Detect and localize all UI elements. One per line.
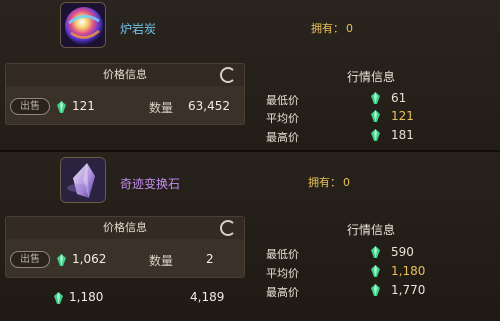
sell-button[interactable]: 出售 — [10, 251, 50, 268]
price-info-header: 价格信息 — [6, 64, 244, 86]
sell-price: 1,062 — [72, 252, 107, 266]
quantity-label: 数量 — [149, 254, 174, 268]
gem-currency-icon — [371, 284, 380, 296]
item-name: 炉岩炭 — [120, 22, 157, 36]
gem-currency-icon — [54, 292, 63, 304]
owned-count: 拥有： 0 — [309, 20, 353, 36]
avg-price-value: 1,180 — [391, 264, 426, 278]
sell-button[interactable]: 出售 — [10, 98, 50, 115]
miracle-crystal-icon[interactable] — [60, 157, 106, 203]
min-price-value: 590 — [391, 245, 414, 259]
gem-currency-icon — [57, 101, 66, 113]
min-price-value: 61 — [391, 91, 407, 105]
refresh-icon[interactable] — [220, 220, 236, 236]
price-info-panel: 价格信息 出售 1,062 数量 2 — [5, 216, 245, 278]
quantity-value: 63,452 — [188, 99, 230, 113]
row-divider — [0, 150, 500, 152]
avg-price-value: 121 — [391, 109, 414, 123]
owned-value: 0 — [343, 176, 350, 189]
min-price-label: 最低价 — [266, 248, 299, 261]
gem-currency-icon — [371, 129, 380, 141]
listing-quantity: 4,189 — [190, 290, 225, 304]
owned-count: 拥有： 0 — [306, 174, 350, 190]
refresh-icon[interactable] — [220, 67, 236, 83]
min-price-label: 最低价 — [266, 94, 299, 107]
price-info-header: 价格信息 — [6, 217, 244, 239]
owned-label: 拥有： — [311, 22, 344, 35]
price-info-panel: 价格信息 出售 121 数量 63,452 — [5, 63, 245, 125]
owned-label: 拥有： — [308, 176, 341, 189]
owned-value: 0 — [346, 22, 353, 35]
quantity-value: 2 — [206, 252, 214, 266]
sell-price: 121 — [72, 99, 95, 113]
gem-currency-icon — [371, 110, 380, 122]
quantity-label: 数量 — [149, 101, 174, 115]
gem-currency-icon — [371, 92, 380, 104]
listing-price[interactable]: 1,180 — [69, 290, 103, 304]
coal-orb-icon[interactable] — [60, 2, 106, 48]
gem-currency-icon — [57, 254, 66, 266]
max-price-value: 181 — [391, 128, 414, 142]
avg-price-label: 平均价 — [266, 112, 299, 125]
gem-currency-icon — [371, 265, 380, 277]
market-info-title: 行情信息 — [347, 70, 396, 84]
max-price-label: 最高价 — [266, 131, 299, 144]
max-price-label: 最高价 — [266, 286, 299, 299]
market-info-title: 行情信息 — [347, 223, 396, 237]
max-price-value: 1,770 — [391, 283, 426, 297]
avg-price-label: 平均价 — [266, 267, 299, 280]
item-name: 奇迹变换石 — [120, 177, 181, 191]
gem-currency-icon — [371, 246, 380, 258]
